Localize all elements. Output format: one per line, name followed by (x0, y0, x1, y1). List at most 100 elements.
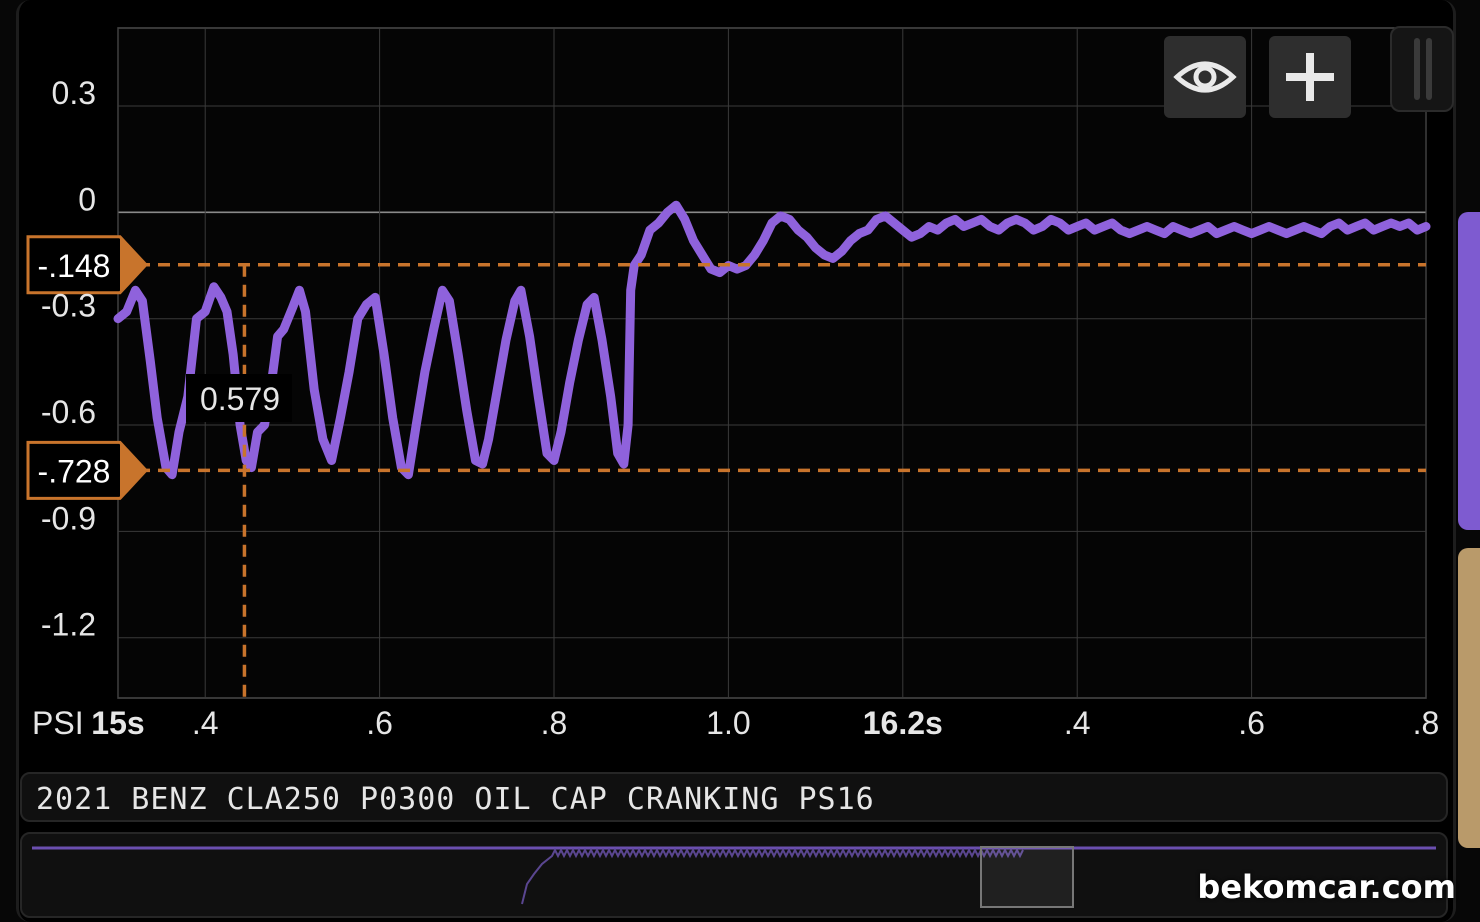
trace-point (244, 459, 248, 462)
trace-point (674, 203, 678, 207)
trace-point (1154, 228, 1158, 232)
y-axis-unit-label: PSI (32, 705, 84, 741)
trace-point (140, 299, 144, 303)
trace-point (297, 288, 301, 292)
trace-point (391, 416, 395, 420)
handle-grip-bar (1426, 38, 1432, 100)
trace-point (875, 217, 879, 221)
y-tick-label: 0.3 (52, 75, 96, 111)
trace-point (536, 395, 540, 399)
trace-point (1267, 225, 1271, 228)
trace-point (1136, 228, 1140, 232)
trace-point (1215, 232, 1219, 236)
trace-point (1093, 228, 1097, 232)
trace-point (338, 416, 342, 420)
y-tick-label: 0 (78, 181, 96, 217)
trace-point (1276, 228, 1280, 232)
trace-point (1049, 217, 1053, 221)
delta-value-label: 0.579 (200, 381, 280, 417)
trace-point (1250, 232, 1254, 236)
eye-icon (1173, 61, 1237, 93)
pressure-chart[interactable]: -.148 -.728 0.579 0.3 0 -0.3 -0.6 -0.9 -1.2 15s.… (0, 0, 1480, 760)
trace-point (312, 388, 316, 392)
trace-point (1180, 228, 1184, 232)
trace-point (231, 352, 235, 356)
trace-title: 2021 BENZ CLA250 P0300 OIL CAP CRANKING … (36, 782, 875, 817)
trace-point (1023, 221, 1027, 225)
channel-scroll-indicator-secondary[interactable] (1458, 548, 1480, 848)
trace-point (1067, 228, 1070, 232)
cursor-value-label: -.728 (38, 453, 111, 489)
trace-point (585, 303, 589, 306)
trace-point (753, 253, 757, 257)
trace-point (414, 423, 418, 427)
handle-grip-bar (1414, 38, 1420, 100)
trace-point (133, 288, 137, 292)
trace-point (1398, 225, 1402, 228)
trace-point (997, 228, 1001, 232)
trace-point (1389, 221, 1393, 225)
x-tick-label: .4 (192, 705, 219, 741)
trace-point (568, 381, 572, 384)
trace-point (447, 299, 451, 303)
trace-point (373, 295, 377, 299)
trace-point (276, 334, 280, 338)
trace-point (1354, 225, 1358, 228)
trace-point (665, 210, 669, 214)
trace-point (513, 299, 517, 303)
trace-point (761, 239, 765, 243)
trace-point (148, 359, 152, 363)
trace-point (170, 473, 174, 477)
trace-point (883, 214, 887, 218)
trace-point (456, 352, 460, 356)
trace-point (559, 430, 563, 434)
trace-point (901, 228, 905, 232)
trace-point (399, 466, 403, 470)
trace-point (979, 217, 983, 221)
trace-point (1189, 232, 1193, 236)
trace-point (779, 214, 783, 218)
trace-point (796, 228, 800, 232)
trace-point (125, 310, 129, 314)
y-tick-label: -0.6 (41, 394, 96, 430)
trace-point (1128, 232, 1131, 236)
trace-point (552, 459, 556, 462)
overview-viewport-window[interactable] (980, 846, 1074, 908)
trace-point (735, 267, 739, 271)
x-tick-label: .8 (541, 705, 568, 741)
x-tick-label: .8 (1413, 705, 1440, 741)
trace-point (927, 225, 931, 228)
trace-point (1311, 228, 1315, 232)
trace-point (892, 221, 896, 225)
channel-scroll-indicator[interactable] (1458, 212, 1480, 530)
trace-point (1337, 221, 1341, 225)
trace-point (1372, 228, 1376, 232)
trace-title-bar[interactable]: 2021 BENZ CLA250 P0300 OIL CAP CRANKING … (20, 772, 1448, 822)
trace-point (212, 285, 216, 289)
trace-point (282, 327, 286, 331)
trace-point (1032, 228, 1036, 232)
y-tick-label: -0.9 (41, 500, 96, 536)
trace-point (1084, 221, 1088, 225)
trace-point (504, 338, 508, 342)
trace-point (519, 288, 523, 292)
x-tick-label: 15s (91, 705, 144, 741)
trace-point (474, 459, 477, 462)
trace-point (1101, 225, 1105, 228)
trace-point (787, 217, 791, 221)
trace-point (629, 288, 633, 292)
panel-drag-handle[interactable] (1390, 26, 1454, 112)
trace-point (840, 249, 844, 253)
trace-point (1197, 228, 1201, 232)
add-button[interactable] (1269, 36, 1351, 118)
trace-point (918, 232, 922, 236)
trace-point (1075, 225, 1079, 228)
trace-point (609, 395, 613, 399)
trace-point (616, 451, 620, 455)
trace-point (592, 295, 596, 299)
trace-point (1363, 221, 1367, 225)
visibility-button[interactable] (1164, 36, 1246, 118)
y-tick-label: -0.3 (41, 288, 96, 324)
trace-point (225, 310, 229, 314)
trace-point (632, 264, 636, 267)
